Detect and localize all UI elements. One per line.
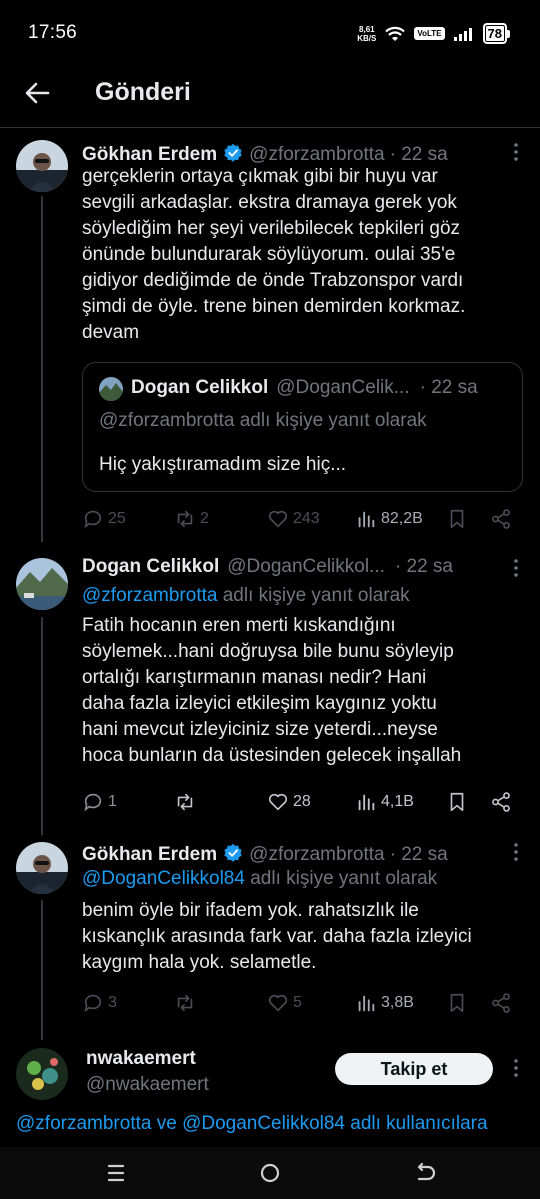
post-header: Gökhan Erdem @zforzambrotta · 22 sa bbox=[82, 840, 448, 866]
reply-icon bbox=[84, 793, 102, 812]
views-button[interactable]: 82,2B bbox=[355, 508, 423, 530]
reply-context: @zforzambrotta adlı kişiye yanıt olarak bbox=[82, 585, 410, 606]
status-icons: 8,61 KB/S VoLTE 78 bbox=[357, 23, 510, 44]
wifi-icon bbox=[385, 26, 406, 41]
quote-reply-context: @zforzambrotta adlı kişiye yanıt olarak bbox=[99, 410, 427, 431]
bookmark-icon bbox=[450, 509, 464, 529]
quoted-post[interactable]: Dogan Celikkol @DoganCelik... · 22 sa @z… bbox=[82, 362, 523, 492]
battery-icon: 78 bbox=[482, 23, 510, 44]
post-text: benim öyle bir ifadem yok. rahatsızlık i… bbox=[82, 900, 472, 973]
action-bar: 1 28 4,1B bbox=[82, 791, 522, 817]
quote-display-name: Dogan Celikkol bbox=[131, 377, 269, 398]
avatar[interactable] bbox=[16, 558, 68, 610]
follow-button[interactable]: Takip et bbox=[335, 1053, 493, 1085]
app-bar: Gönderi bbox=[0, 68, 540, 126]
share-button[interactable] bbox=[490, 508, 512, 530]
reply-icon bbox=[84, 510, 102, 529]
post-header: Dogan Celikkol @DoganCelikkol... · 22 sa bbox=[82, 556, 453, 578]
reply-button[interactable]: 25 bbox=[82, 508, 126, 530]
repost-button[interactable] bbox=[174, 791, 200, 813]
repost-button[interactable]: 2 bbox=[174, 508, 209, 530]
action-bar: 25 2 243 82,2B bbox=[82, 508, 522, 534]
reply-button[interactable]: 3 bbox=[82, 992, 117, 1014]
back-arrow-icon[interactable] bbox=[22, 78, 52, 108]
display-name[interactable]: Gökhan Erdem bbox=[82, 844, 217, 866]
post[interactable]: Gökhan Erdem @zforzambrotta · 22 sa gerç… bbox=[0, 128, 540, 548]
quote-timestamp: · 22 sa bbox=[419, 377, 478, 398]
post-header: Gökhan Erdem @zforzambrotta · 22 sa bbox=[82, 140, 448, 166]
repost-button[interactable] bbox=[174, 992, 200, 1014]
reply-mentions-text[interactable]: @zforzambrotta ve @DoganCelikkol84 adlı … bbox=[16, 1113, 488, 1135]
share-icon bbox=[492, 792, 510, 812]
reply-mention-link[interactable]: @DoganCelikkol84 bbox=[82, 868, 245, 889]
post-text: Fatih hocanın eren merti kıskandığını sö… bbox=[82, 615, 462, 766]
recent-apps-icon[interactable] bbox=[103, 1160, 129, 1186]
views-icon bbox=[358, 794, 375, 811]
suggested-handle: @nwakaemert bbox=[86, 1074, 209, 1095]
avatar[interactable] bbox=[16, 842, 68, 894]
quote-handle: @DoganCelik... bbox=[276, 377, 410, 398]
bookmark-button[interactable] bbox=[446, 791, 468, 813]
views-button[interactable]: 4,1B bbox=[355, 791, 414, 813]
share-icon bbox=[492, 509, 510, 529]
status-time: 17:56 bbox=[28, 22, 78, 43]
heart-icon bbox=[268, 994, 288, 1012]
display-name[interactable]: Dogan Celikkol bbox=[82, 556, 219, 578]
bookmark-icon bbox=[450, 792, 464, 812]
suggested-display-name[interactable]: nwakaemert bbox=[86, 1048, 196, 1070]
verified-badge-icon bbox=[224, 143, 242, 162]
more-options-icon[interactable] bbox=[512, 142, 520, 162]
back-nav-icon[interactable] bbox=[412, 1160, 438, 1186]
action-bar: 3 5 3,8B bbox=[82, 992, 522, 1018]
timestamp: · 22 sa bbox=[389, 144, 448, 165]
more-options-icon[interactable] bbox=[512, 842, 520, 862]
avatar[interactable] bbox=[16, 140, 68, 192]
quote-avatar bbox=[99, 377, 123, 401]
battery-level: 78 bbox=[482, 23, 507, 44]
post[interactable]: Dogan Celikkol @DoganCelikkol... · 22 sa… bbox=[0, 548, 540, 830]
repost-icon bbox=[177, 510, 193, 528]
verified-badge-icon bbox=[224, 843, 242, 862]
heart-icon bbox=[268, 510, 288, 528]
views-icon bbox=[358, 995, 375, 1012]
like-button[interactable]: 28 bbox=[267, 791, 311, 813]
views-icon bbox=[358, 511, 375, 528]
like-button[interactable]: 243 bbox=[267, 508, 320, 530]
avatar[interactable] bbox=[16, 1048, 68, 1100]
post-text: gerçeklerin ortaya çıkmak gibi bir huyu … bbox=[82, 166, 466, 343]
share-button[interactable] bbox=[490, 992, 512, 1014]
share-button[interactable] bbox=[490, 791, 512, 813]
timestamp: · 22 sa bbox=[394, 556, 453, 577]
status-bar: 17:56 8,61 KB/S VoLTE 78 bbox=[0, 0, 540, 68]
handle: @zforzambrotta bbox=[249, 144, 385, 165]
home-icon[interactable] bbox=[257, 1160, 283, 1186]
timestamp: · 22 sa bbox=[389, 844, 448, 865]
reply-mention-link[interactable]: @zforzambrotta bbox=[82, 585, 217, 606]
more-options-icon[interactable] bbox=[512, 558, 520, 578]
page-title: Gönderi bbox=[95, 78, 191, 106]
bookmark-button[interactable] bbox=[446, 508, 468, 530]
system-navigation-bar bbox=[0, 1147, 540, 1199]
more-options-icon[interactable] bbox=[512, 1058, 520, 1078]
views-button[interactable]: 3,8B bbox=[355, 992, 414, 1014]
reply-button[interactable]: 1 bbox=[82, 791, 117, 813]
repost-icon bbox=[177, 994, 193, 1012]
handle: @DoganCelikkol... bbox=[227, 556, 385, 577]
bookmark-button[interactable] bbox=[446, 992, 468, 1014]
post[interactable]: Gökhan Erdem @zforzambrotta · 22 sa @Dog… bbox=[0, 830, 540, 1030]
repost-icon bbox=[177, 793, 193, 811]
handle: @zforzambrotta bbox=[249, 844, 385, 865]
like-button[interactable]: 5 bbox=[267, 992, 302, 1014]
display-name[interactable]: Gökhan Erdem bbox=[82, 144, 217, 166]
heart-icon bbox=[268, 793, 288, 811]
bookmark-icon bbox=[450, 993, 464, 1013]
quote-text: Hiç yakıştıramadım size hiç... bbox=[99, 454, 347, 475]
volte-badge: VoLTE bbox=[414, 27, 445, 40]
reply-context: @DoganCelikkol84 adlı kişiye yanıt olara… bbox=[82, 868, 438, 889]
share-icon bbox=[492, 993, 510, 1013]
quote-header: Dogan Celikkol @DoganCelik... · 22 sa bbox=[131, 377, 478, 399]
signal-icon bbox=[453, 27, 472, 41]
network-speed: 8,61 KB/S bbox=[357, 24, 377, 43]
reply-icon bbox=[84, 994, 102, 1013]
